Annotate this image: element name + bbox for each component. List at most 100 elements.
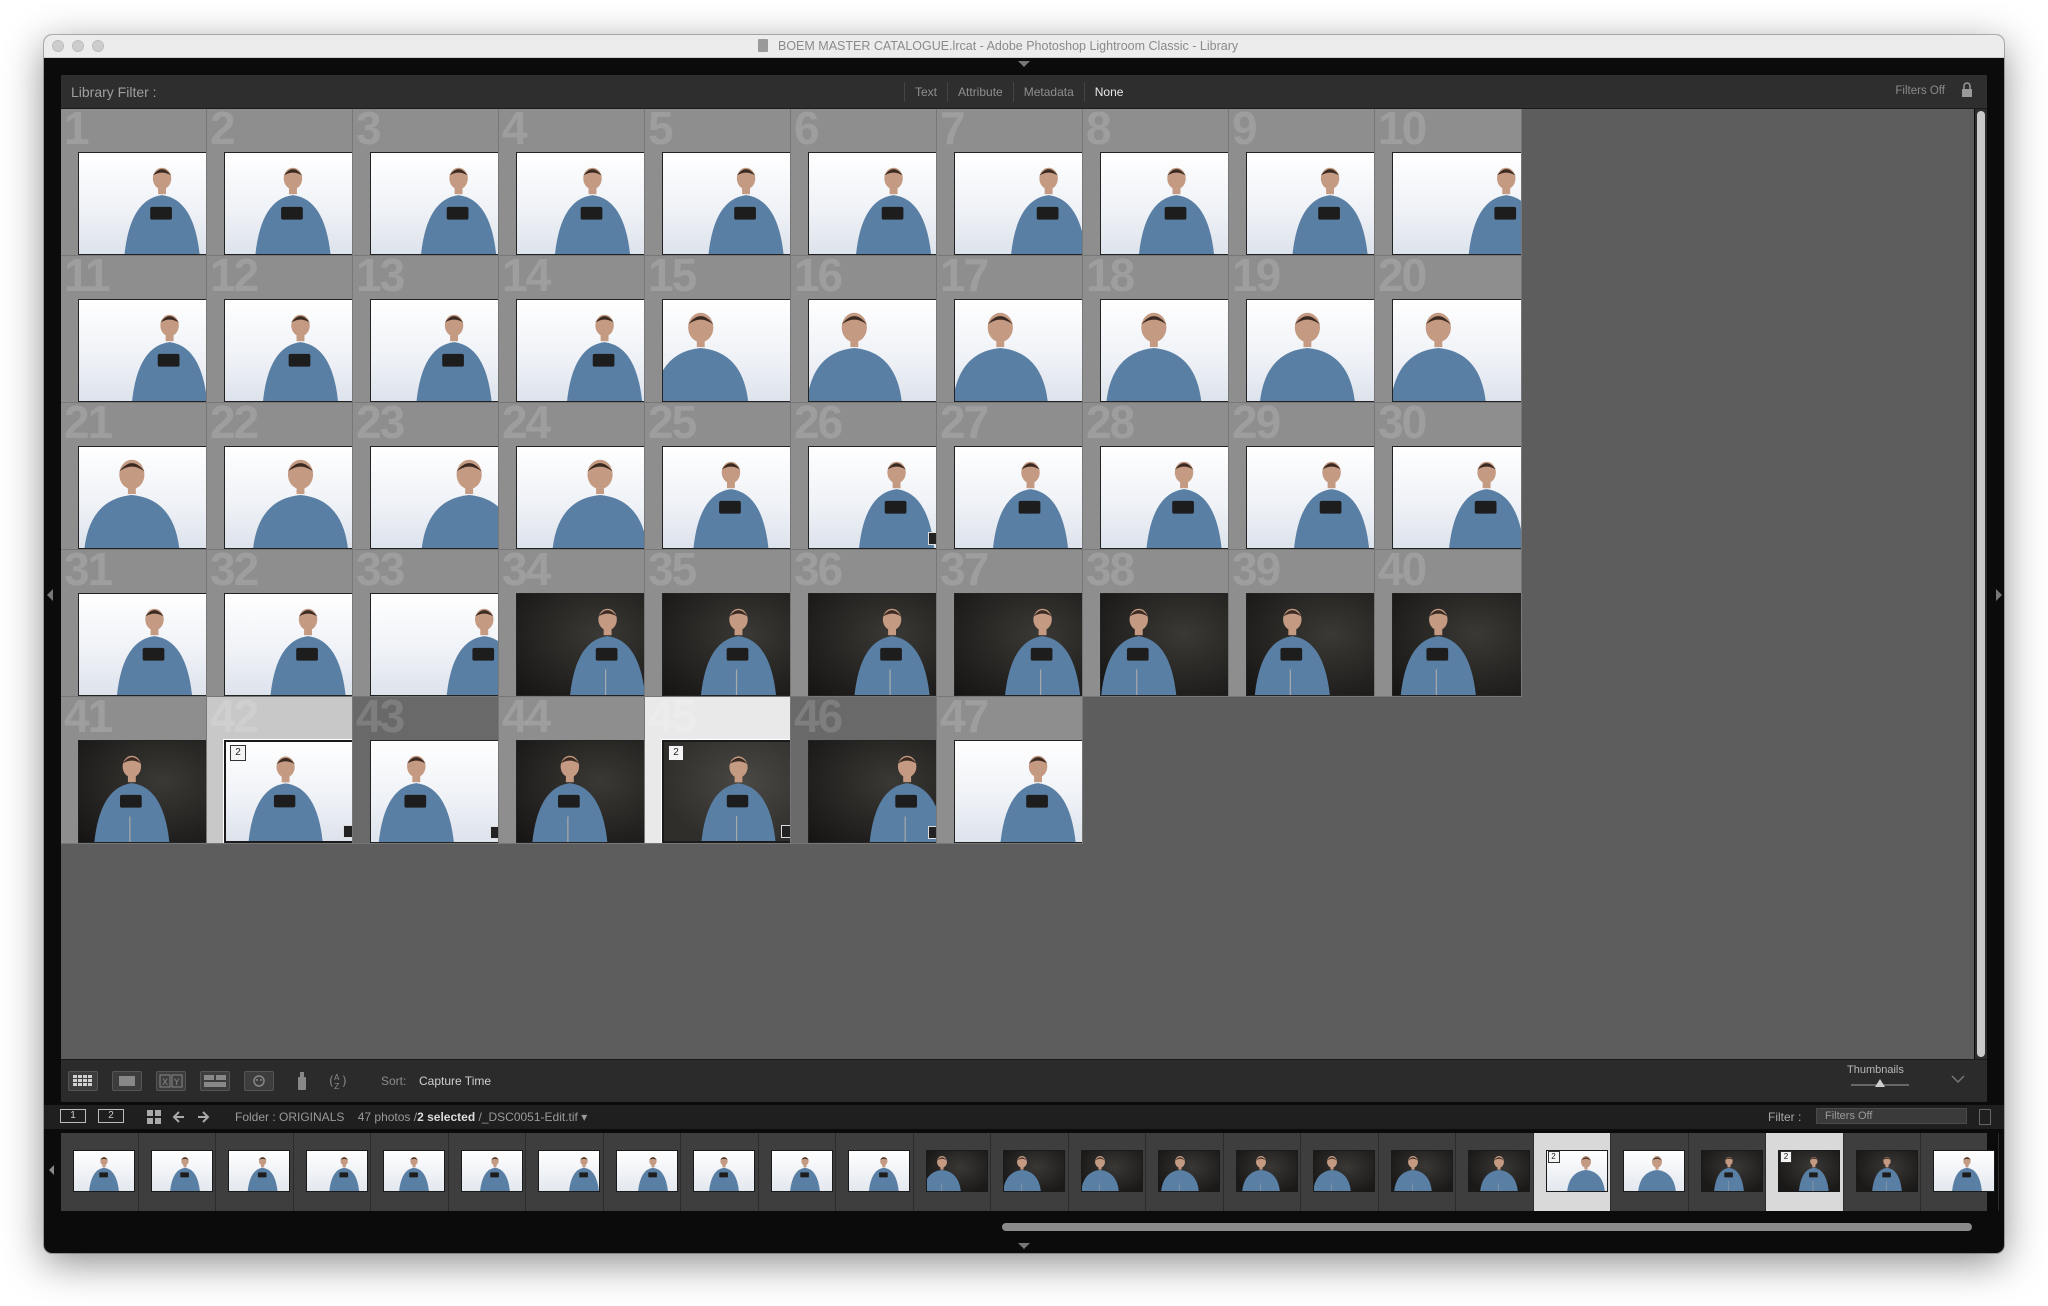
loupe-view-icon[interactable] (112, 1071, 142, 1091)
grid-cell[interactable]: 17 (937, 256, 1083, 403)
photo-thumbnail[interactable] (224, 593, 352, 696)
photo-thumbnail[interactable] (1246, 152, 1374, 255)
grid-cell[interactable]: 42 2 (207, 697, 353, 844)
filmstrip-thumbnail[interactable] (1390, 1150, 1453, 1192)
photo-thumbnail[interactable] (662, 299, 790, 402)
grid-cell[interactable]: 25 (645, 403, 791, 550)
photo-thumbnail[interactable] (808, 593, 936, 696)
photo-thumbnail[interactable] (224, 446, 352, 549)
photo-thumbnail[interactable] (954, 593, 1082, 696)
filmstrip-cell[interactable] (836, 1133, 914, 1211)
spray-can-icon[interactable] (294, 1070, 310, 1092)
survey-view-icon[interactable] (200, 1071, 230, 1091)
grid-cell[interactable]: 7 (937, 109, 1083, 256)
people-view-icon[interactable] (244, 1071, 274, 1091)
filmstrip-filter-select[interactable]: Filters Off (1816, 1108, 1967, 1124)
photo-thumbnail[interactable] (370, 446, 498, 549)
photo-thumbnail[interactable] (224, 152, 352, 255)
grid-cell[interactable]: 11 (61, 256, 207, 403)
filmstrip-cell[interactable] (1611, 1133, 1689, 1211)
grid-view-icon[interactable] (68, 1071, 98, 1091)
photo-thumbnail[interactable] (516, 152, 644, 255)
filmstrip-cell[interactable] (914, 1133, 991, 1211)
filmstrip-cell[interactable]: 2 (1533, 1133, 1611, 1211)
photo-thumbnail[interactable] (808, 152, 936, 255)
lock-icon[interactable] (1961, 82, 1973, 98)
filmstrip-thumbnail[interactable] (305, 1150, 368, 1192)
filmstrip-cell[interactable] (604, 1133, 681, 1211)
photo-thumbnail[interactable] (1246, 593, 1374, 696)
photo-thumbnail[interactable] (1100, 593, 1228, 696)
grid-cell[interactable]: 32 (207, 550, 353, 697)
stack-count-badge[interactable]: 2 (230, 745, 246, 761)
filmstrip-thumbnail[interactable] (1933, 1150, 1995, 1192)
photo-thumbnail[interactable]: 2 (223, 739, 352, 843)
filmstrip-cell[interactable] (1844, 1133, 1921, 1211)
filmstrip-cell[interactable] (1146, 1133, 1224, 1211)
grid-cell[interactable]: 13 (353, 256, 499, 403)
grid-cell[interactable]: 46 (791, 697, 937, 844)
filmstrip-left-arrow-icon[interactable] (49, 1165, 54, 1175)
grid-cell[interactable]: 36 (791, 550, 937, 697)
filmstrip-scrollbar[interactable] (1002, 1223, 1972, 1231)
grid-cell[interactable]: 16 (791, 256, 937, 403)
photo-thumbnail[interactable] (370, 593, 498, 696)
zoom-button[interactable] (92, 40, 104, 52)
filmstrip-cell[interactable] (1301, 1133, 1379, 1211)
photo-thumbnail[interactable] (1100, 446, 1228, 549)
photo-thumbnail[interactable] (662, 446, 790, 549)
filmstrip-thumbnail[interactable] (848, 1150, 910, 1192)
photo-thumbnail[interactable] (1392, 446, 1521, 549)
photo-thumbnail[interactable] (78, 593, 206, 696)
filmstrip-cell[interactable] (1069, 1133, 1146, 1211)
grid-cell[interactable]: 23 (353, 403, 499, 550)
grid-cell[interactable]: 9 (1229, 109, 1375, 256)
grid-cell[interactable]: 15 (645, 256, 791, 403)
photo-thumbnail[interactable] (370, 152, 498, 255)
crop-applied-icon[interactable] (343, 825, 352, 838)
grid-cell[interactable]: 8 (1083, 109, 1229, 256)
grid-cell[interactable]: 47 (937, 697, 1083, 844)
photo-thumbnail[interactable] (1392, 152, 1521, 255)
filmstrip-thumbnail[interactable] (1080, 1150, 1143, 1192)
grid-cell[interactable]: 44 (499, 697, 645, 844)
photo-thumbnail[interactable] (1392, 593, 1521, 696)
grid-cell[interactable]: 18 (1083, 256, 1229, 403)
photo-thumbnail[interactable] (516, 446, 644, 549)
photo-thumbnail[interactable] (808, 299, 936, 402)
grid-cell[interactable]: 37 (937, 550, 1083, 697)
filmstrip-thumbnail[interactable] (460, 1150, 523, 1192)
grid-cell[interactable]: 33 (353, 550, 499, 697)
grid-cell[interactable]: 6 (791, 109, 937, 256)
grid-cell[interactable]: 19 (1229, 256, 1375, 403)
filter-preset-select[interactable]: Filters Off (1895, 85, 1945, 97)
grid-cell[interactable]: 3 (353, 109, 499, 256)
filmstrip-cell[interactable] (139, 1133, 216, 1211)
top-panel-toggle-icon[interactable] (1018, 61, 1030, 67)
forward-arrow-icon[interactable] (196, 1110, 210, 1124)
grid-cell[interactable]: 1 (61, 109, 207, 256)
back-arrow-icon[interactable] (172, 1110, 186, 1124)
filmstrip-thumbnail[interactable] (925, 1150, 988, 1192)
photo-thumbnail[interactable] (954, 740, 1082, 843)
filmstrip-cell[interactable] (1921, 1133, 1999, 1211)
photo-thumbnail[interactable] (1246, 446, 1374, 549)
grid-cell[interactable]: 10 (1375, 109, 1522, 256)
secondary-screen-button[interactable]: 2 (98, 1109, 124, 1123)
photo-thumbnail[interactable] (954, 446, 1082, 549)
photo-thumbnail[interactable] (1392, 299, 1521, 402)
filmstrip-thumbnail[interactable] (615, 1150, 678, 1192)
grid-cell[interactable]: 26 (791, 403, 937, 550)
grid-cell[interactable]: 2 (207, 109, 353, 256)
filmstrip-thumbnail[interactable] (383, 1150, 445, 1192)
main-screen-button[interactable]: 1 (60, 1109, 86, 1123)
grid-cell[interactable]: 29 (1229, 403, 1375, 550)
grid-cell[interactable]: 40 (1375, 550, 1522, 697)
filmstrip-thumbnail[interactable] (1003, 1150, 1065, 1192)
photo-thumbnail[interactable]: 2 (661, 739, 790, 843)
photo-thumbnail[interactable] (78, 740, 206, 843)
photo-thumbnail[interactable] (370, 740, 498, 843)
crop-applied-icon[interactable] (781, 825, 790, 838)
photo-thumbnail[interactable] (78, 299, 206, 402)
filmstrip-cell[interactable] (526, 1133, 604, 1211)
